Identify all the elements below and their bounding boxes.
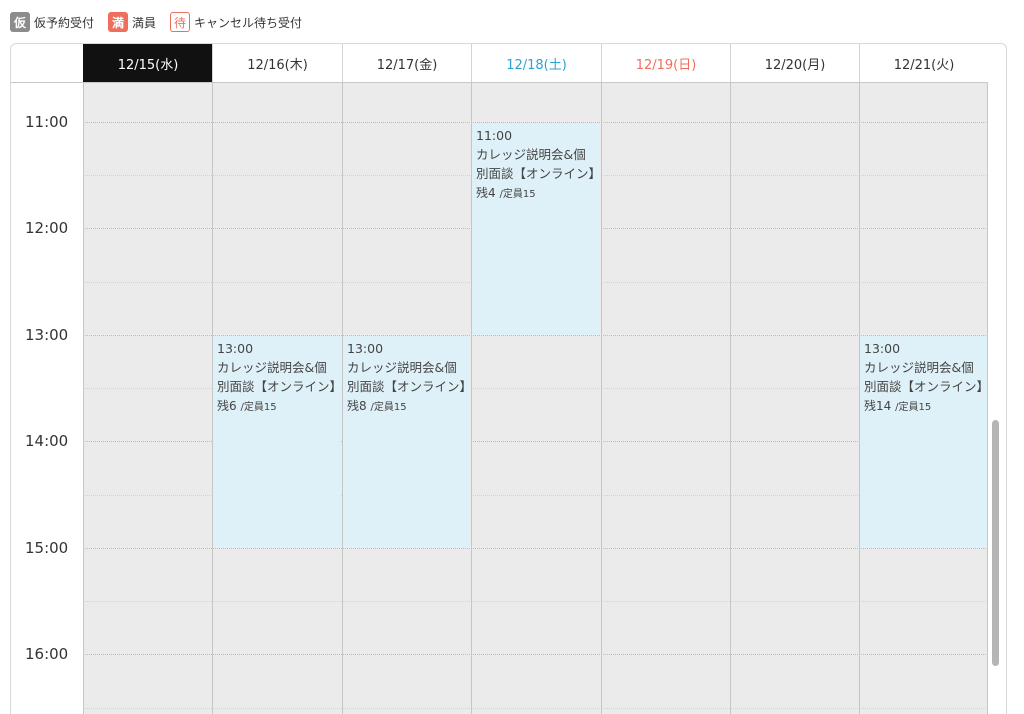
- legend-label: 仮予約受付: [34, 15, 95, 30]
- calendar-header: 12/15(水) 12/16(木) 12/17(金) 12/18(土) 12/1…: [11, 44, 988, 83]
- day-header-1218[interactable]: 12/18(土): [471, 44, 601, 82]
- legend-waitlist: 待 キャンセル待ち受付: [170, 12, 302, 32]
- time-label: 16:00: [25, 645, 69, 663]
- day-header-1221[interactable]: 12/21(火): [859, 44, 988, 82]
- event-time: 13:00: [347, 341, 384, 356]
- event-title: カレッジ説明会&個別面談【オンライン】: [217, 359, 341, 394]
- event-1221[interactable]: 13:00 カレッジ説明会&個別面談【オンライン】 残14 /定員15: [860, 336, 987, 548]
- event-title: カレッジ説明会&個別面談【オンライン】: [347, 359, 470, 394]
- time-label: 11:00: [25, 113, 69, 131]
- time-grid[interactable]: 11:00 カレッジ説明会&個別面談【オンライン】 残4 /定員15 13:00…: [83, 83, 988, 714]
- column-divider: [730, 83, 731, 714]
- event-time: 13:00: [217, 341, 254, 356]
- time-column: 11:00 12:00 13:00 14:00 15:00 16:00: [11, 83, 83, 714]
- time-label: 14:00: [25, 432, 69, 450]
- calendar-body: 11:00 12:00 13:00 14:00 15:00 16:00 11:0…: [11, 83, 988, 714]
- time-label: 13:00: [25, 326, 69, 344]
- provisional-icon: 仮: [10, 12, 30, 32]
- day-header-1217[interactable]: 12/17(金): [342, 44, 471, 82]
- vertical-scrollbar[interactable]: [988, 43, 1007, 714]
- scrollbar-thumb[interactable]: [992, 420, 999, 666]
- event-capacity: 残14 /定員15: [864, 399, 932, 414]
- event-time: 13:00: [864, 341, 901, 356]
- schedule-calendar: 12/15(水) 12/16(木) 12/17(金) 12/18(土) 12/1…: [10, 43, 1007, 714]
- event-1217[interactable]: 13:00 カレッジ説明会&個別面談【オンライン】 残8 /定員15: [343, 336, 470, 548]
- time-label: 12:00: [25, 219, 69, 237]
- time-label: 15:00: [25, 539, 69, 557]
- grid-line: [83, 708, 988, 709]
- column-divider: [83, 83, 84, 714]
- legend-provisional: 仮 仮予約受付: [10, 12, 94, 32]
- legend-label: キャンセル待ち受付: [194, 15, 303, 30]
- event-title: カレッジ説明会&個別面談【オンライン】: [476, 146, 600, 181]
- full-icon: 満: [108, 12, 129, 32]
- grid-line: [83, 548, 988, 549]
- legend: 仮 仮予約受付 満 満員 待 キャンセル待ち受付: [10, 11, 316, 33]
- waitlist-icon: 待: [170, 12, 191, 32]
- day-header-1215[interactable]: 12/15(水): [83, 44, 212, 82]
- day-header-1216[interactable]: 12/16(木): [212, 44, 342, 82]
- grid-line: [83, 601, 988, 602]
- day-header-1219[interactable]: 12/19(日): [601, 44, 730, 82]
- column-divider: [601, 83, 602, 714]
- grid-line: [83, 654, 988, 655]
- event-1218[interactable]: 11:00 カレッジ説明会&個別面談【オンライン】 残4 /定員15: [472, 123, 600, 335]
- event-capacity: 残6 /定員15: [217, 399, 277, 414]
- day-header-1220[interactable]: 12/20(月): [730, 44, 859, 82]
- event-title: カレッジ説明会&個別面談【オンライン】: [864, 359, 987, 394]
- legend-full: 満 満員: [108, 12, 156, 32]
- event-time: 11:00: [476, 128, 513, 143]
- event-capacity: 残4 /定員15: [476, 186, 536, 201]
- event-1216[interactable]: 13:00 カレッジ説明会&個別面談【オンライン】 残6 /定員15: [213, 336, 341, 548]
- legend-label: 満員: [132, 15, 157, 30]
- event-capacity: 残8 /定員15: [347, 399, 407, 414]
